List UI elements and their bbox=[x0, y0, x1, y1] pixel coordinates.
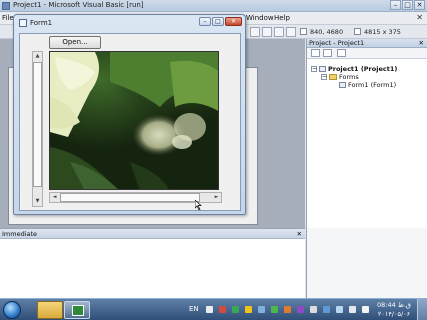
form1-minimize-button[interactable]: – bbox=[199, 17, 211, 26]
open-button[interactable]: Open... bbox=[49, 36, 101, 49]
tray-icon[interactable] bbox=[271, 306, 278, 313]
properties-panel-area bbox=[306, 228, 427, 298]
view-code-icon[interactable] bbox=[311, 49, 320, 57]
tray-icon[interactable] bbox=[219, 306, 226, 313]
tree-item-label: Forms bbox=[339, 73, 359, 81]
horizontal-scroll-thumb[interactable] bbox=[60, 193, 200, 202]
action-center-icon[interactable] bbox=[362, 306, 369, 313]
form1-title: Form1 bbox=[30, 19, 53, 27]
clock-time: 08:44 ق.ظ bbox=[377, 301, 411, 309]
project-explorer-title: Project - Project1 bbox=[309, 39, 365, 47]
network-icon[interactable] bbox=[336, 306, 343, 313]
form1-close-button[interactable]: ✕ bbox=[225, 17, 242, 26]
form1-window[interactable]: Form1 – □ ✕ Open... ▲ ▼ ◄ ► bbox=[13, 14, 246, 215]
ide-caption-buttons: – □ ✕ bbox=[390, 0, 425, 11]
show-desktop-button[interactable] bbox=[417, 299, 427, 320]
vertical-scrollbar[interactable]: ▲ ▼ bbox=[32, 51, 43, 207]
project-close-icon[interactable]: ✕ bbox=[419, 39, 424, 48]
position-icon bbox=[300, 28, 307, 35]
form1-client-area: Open... ▲ ▼ ◄ ► bbox=[19, 33, 241, 211]
immediate-window[interactable]: Immediate ✕ bbox=[0, 228, 305, 298]
tree-item-project[interactable]: − Project1 (Project1) bbox=[311, 65, 397, 73]
language-indicator[interactable]: EN bbox=[189, 305, 199, 313]
project-explorer-header: Project - Project1 ✕ bbox=[307, 39, 427, 48]
immediate-window-header: Immediate ✕ bbox=[0, 229, 305, 239]
toolbar-button[interactable] bbox=[286, 27, 296, 37]
toggle-folders-icon[interactable] bbox=[337, 49, 346, 57]
scroll-down-icon[interactable]: ▼ bbox=[33, 197, 42, 206]
ide-window-title: Project1 - Microsoft Visual Basic [run] bbox=[13, 1, 144, 9]
size-icon bbox=[354, 28, 361, 35]
project-explorer: Project - Project1 ✕ − Project1 (Project… bbox=[306, 39, 427, 228]
windows-taskbar: EN 08:44 ق.ظ ۲۰۱۴/۰۵/۰۶ bbox=[0, 298, 427, 320]
ide-minimize-button[interactable]: – bbox=[390, 0, 401, 10]
ide-close-button[interactable]: ✕ bbox=[414, 0, 425, 10]
clock-date: ۲۰۱۴/۰۵/۰۶ bbox=[377, 310, 411, 318]
form1-caption-buttons: – □ ✕ bbox=[199, 17, 242, 26]
immediate-close-icon[interactable]: ✕ bbox=[297, 229, 302, 239]
tray-icon[interactable] bbox=[323, 306, 330, 313]
form-icon bbox=[19, 19, 27, 27]
immediate-window-title: Immediate bbox=[2, 230, 38, 238]
volume-icon[interactable] bbox=[349, 306, 356, 313]
tray-icon[interactable] bbox=[258, 306, 265, 313]
tray-icon[interactable] bbox=[232, 306, 239, 313]
form-icon bbox=[339, 82, 346, 88]
scroll-left-icon[interactable]: ◄ bbox=[50, 193, 59, 202]
position-readout: 840, 4680 bbox=[310, 28, 344, 36]
ide-titlebar[interactable]: Project1 - Microsoft Visual Basic [run] … bbox=[0, 0, 427, 12]
toolbar-button[interactable] bbox=[274, 27, 284, 37]
tray-icon[interactable] bbox=[310, 306, 317, 313]
size-readout: 4815 x 375 bbox=[364, 28, 401, 36]
tree-item-label: Form1 (Form1) bbox=[348, 81, 397, 89]
tray-icon[interactable] bbox=[245, 306, 252, 313]
scroll-right-icon[interactable]: ► bbox=[212, 193, 221, 202]
menu-file[interactable]: File bbox=[2, 14, 14, 22]
start-button[interactable] bbox=[3, 301, 21, 319]
toolbar-button[interactable] bbox=[262, 27, 272, 37]
vb-app-icon bbox=[2, 2, 10, 10]
ide-maximize-button[interactable]: □ bbox=[402, 0, 413, 10]
form1-maximize-button[interactable]: □ bbox=[212, 17, 224, 26]
tree-item-label: Project1 (Project1) bbox=[328, 65, 398, 73]
menu-help[interactable]: Help bbox=[274, 14, 290, 22]
mouse-cursor-icon bbox=[195, 200, 202, 210]
menu-window[interactable]: Window bbox=[246, 14, 274, 22]
picture-box bbox=[49, 51, 219, 190]
hydrangea-photo bbox=[50, 52, 218, 189]
tray-icon[interactable] bbox=[206, 306, 213, 313]
collapse-icon[interactable]: − bbox=[311, 66, 317, 72]
view-object-icon[interactable] bbox=[323, 49, 332, 57]
tree-item-forms-folder[interactable]: − Forms bbox=[321, 73, 359, 81]
scroll-up-icon[interactable]: ▲ bbox=[33, 52, 42, 61]
folder-icon bbox=[329, 74, 337, 80]
project-explorer-toolbar bbox=[307, 48, 427, 59]
tray-icon[interactable] bbox=[284, 306, 291, 313]
toolbar-button[interactable] bbox=[250, 27, 260, 37]
mdi-close-icon[interactable]: ✕ bbox=[416, 13, 423, 22]
taskbar-explorer-icon[interactable] bbox=[37, 301, 63, 319]
tray-icon[interactable] bbox=[297, 306, 304, 313]
taskbar-clock[interactable]: 08:44 ق.ظ ۲۰۱۴/۰۵/۰۶ bbox=[377, 301, 411, 319]
vb-app-icon bbox=[72, 305, 84, 316]
collapse-icon[interactable]: − bbox=[321, 74, 327, 80]
vertical-scroll-thumb[interactable] bbox=[33, 62, 42, 187]
tree-item-form1[interactable]: Form1 (Form1) bbox=[339, 81, 396, 89]
taskbar-visual-basic-icon[interactable] bbox=[64, 301, 90, 319]
project-icon bbox=[319, 66, 326, 72]
